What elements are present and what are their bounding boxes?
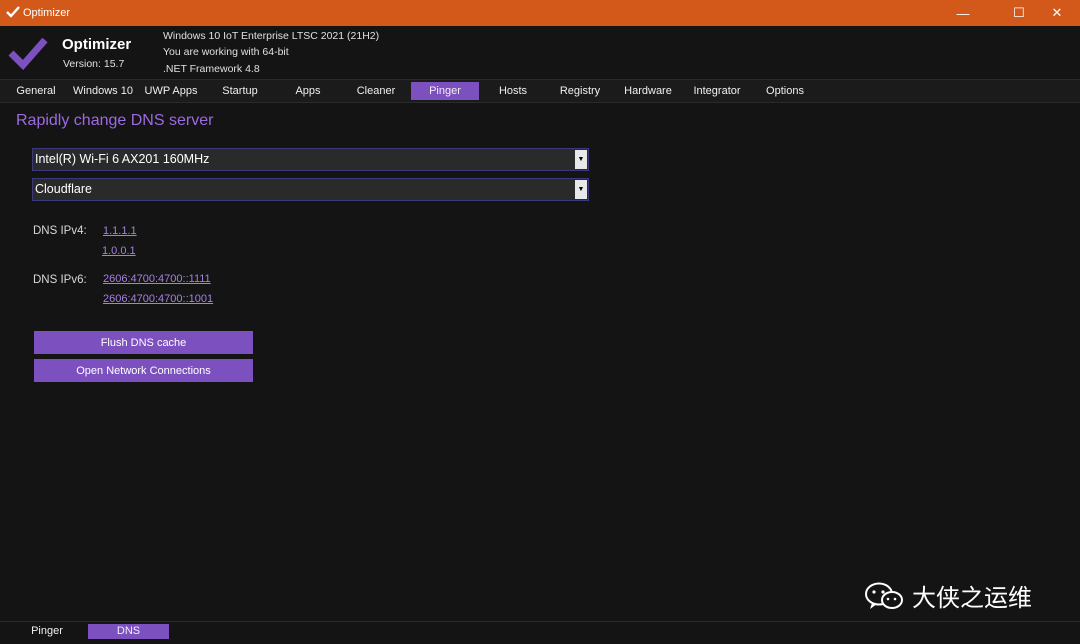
tab-registry[interactable]: Registry bbox=[550, 82, 610, 100]
tab-cleaner[interactable]: Cleaner bbox=[346, 82, 406, 100]
tab-hardware[interactable]: Hardware bbox=[618, 82, 678, 100]
tab-options[interactable]: Options bbox=[756, 82, 814, 100]
close-button[interactable]: ✕ bbox=[1034, 0, 1080, 26]
tab-pinger[interactable]: Pinger bbox=[411, 82, 479, 100]
dns-ipv4-label: DNS IPv4: bbox=[33, 225, 87, 237]
watermark: 大侠之运维 bbox=[864, 578, 1032, 613]
tab-startup[interactable]: Startup bbox=[210, 82, 270, 100]
chevron-down-icon[interactable]: ▼ bbox=[575, 150, 587, 169]
tab-general[interactable]: General bbox=[10, 82, 62, 100]
dns-provider-select[interactable]: Cloudflare ▼ bbox=[32, 178, 589, 201]
network-adapter-value: Intel(R) Wi-Fi 6 AX201 160MHz bbox=[35, 152, 210, 166]
wechat-icon bbox=[865, 582, 903, 609]
sub-tab-bar: Pinger DNS bbox=[0, 621, 1080, 644]
checkmark-logo-icon bbox=[8, 37, 48, 70]
dns-ipv6-primary-link[interactable]: 2606:4700:4700::1111 bbox=[103, 273, 211, 285]
checkmark-icon bbox=[6, 6, 20, 18]
subtab-pinger[interactable]: Pinger bbox=[14, 624, 80, 639]
window-title: Optimizer bbox=[23, 7, 71, 19]
tab-uwp-apps[interactable]: UWP Apps bbox=[140, 82, 202, 100]
main-tab-bar: General Windows 10 UWP Apps Startup Apps… bbox=[0, 79, 1080, 103]
minimize-button[interactable]: — bbox=[940, 0, 986, 26]
page-title: Rapidly change DNS server bbox=[16, 112, 214, 129]
flush-dns-cache-button[interactable]: Flush DNS cache bbox=[34, 331, 253, 354]
tab-integrator[interactable]: Integrator bbox=[686, 82, 748, 100]
tab-windows-10[interactable]: Windows 10 bbox=[68, 82, 138, 100]
arch-info: You are working with 64-bit bbox=[163, 46, 289, 58]
network-adapter-select[interactable]: Intel(R) Wi-Fi 6 AX201 160MHz ▼ bbox=[32, 148, 589, 171]
dns-ipv6-secondary-link[interactable]: 2606:4700:4700::1001 bbox=[103, 293, 213, 305]
chevron-down-icon[interactable]: ▼ bbox=[575, 180, 587, 199]
dns-ipv4-secondary-link[interactable]: 1.0.0.1 bbox=[102, 245, 136, 257]
app-name: Optimizer bbox=[62, 36, 132, 53]
tab-apps[interactable]: Apps bbox=[278, 82, 338, 100]
title-bar: Optimizer — ☐ ✕ bbox=[0, 0, 1080, 26]
dns-ipv4-primary-link[interactable]: 1.1.1.1 bbox=[103, 225, 137, 237]
dns-provider-value: Cloudflare bbox=[35, 182, 92, 196]
app-version: Version: 15.7 bbox=[63, 58, 125, 70]
os-info: Windows 10 IoT Enterprise LTSC 2021 (21H… bbox=[163, 30, 380, 42]
framework-info: .NET Framework 4.8 bbox=[163, 63, 260, 75]
app-header: Optimizer Version: 15.7 Windows 10 IoT E… bbox=[0, 26, 1080, 78]
watermark-text: 大侠之运维 bbox=[912, 585, 1032, 612]
dns-ipv6-label: DNS IPv6: bbox=[33, 274, 87, 286]
subtab-dns[interactable]: DNS bbox=[88, 624, 169, 639]
open-network-connections-button[interactable]: Open Network Connections bbox=[34, 359, 253, 382]
tab-hosts[interactable]: Hosts bbox=[485, 82, 541, 100]
